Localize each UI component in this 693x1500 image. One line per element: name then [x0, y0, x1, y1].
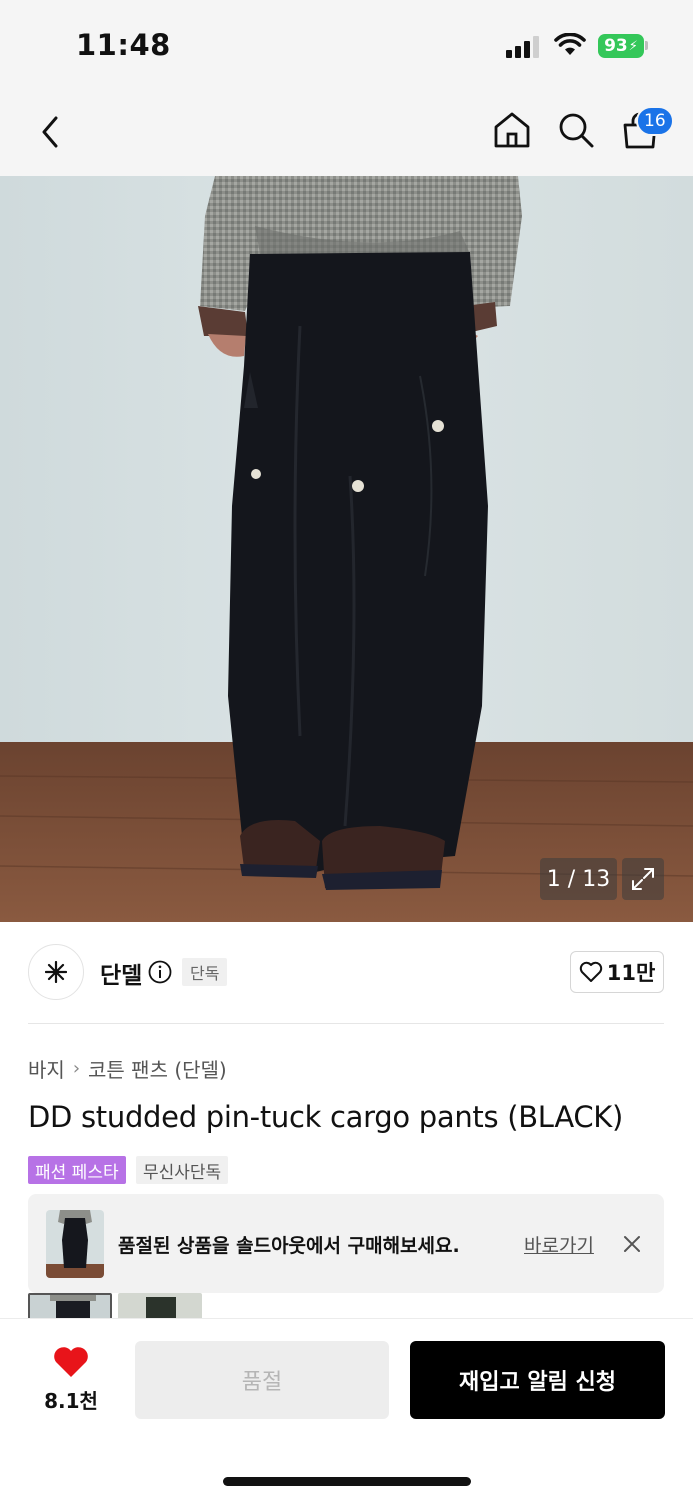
- back-arrow-icon[interactable]: [34, 112, 66, 152]
- battery-icon: 93 ⚡: [598, 34, 644, 58]
- info-icon[interactable]: [148, 960, 172, 984]
- search-icon[interactable]: [556, 110, 596, 150]
- cart-count-badge: 16: [636, 106, 674, 136]
- brand-like-count: 11만: [606, 961, 656, 985]
- brand-name[interactable]: 단델: [100, 956, 142, 990]
- divider: [28, 1023, 664, 1024]
- brand-asterisk-icon: [45, 961, 67, 983]
- breadcrumb-subcategory[interactable]: 코튼 팬츠 (단델): [88, 1054, 227, 1083]
- home-icon[interactable]: [492, 110, 532, 150]
- restock-alert-button[interactable]: 재입고 알림 신청: [410, 1341, 665, 1419]
- bottom-action-bar: 8.1천 품절 재입고 알림 신청: [0, 1318, 693, 1500]
- banner-go-link[interactable]: 바로가기: [524, 1231, 594, 1258]
- breadcrumb-category[interactable]: 바지: [28, 1054, 65, 1083]
- home-indicator: [223, 1477, 471, 1486]
- expand-arrows-icon: [632, 868, 654, 890]
- breadcrumb: 바지 › 코튼 팬츠 (단델): [28, 1054, 227, 1083]
- close-icon[interactable]: [622, 1234, 642, 1254]
- banner-thumbnail: [46, 1210, 104, 1278]
- product-image[interactable]: [0, 176, 693, 922]
- brand-like-button[interactable]: 11만: [570, 951, 664, 993]
- product-like-count: 8.1천: [44, 1389, 98, 1413]
- status-bar: 11:48 93 ⚡: [0, 0, 693, 90]
- expand-icon[interactable]: [622, 858, 664, 900]
- heart-outline-icon: [579, 961, 602, 982]
- fashion-festa-tag: 패션 페스타: [28, 1156, 126, 1184]
- brand-logo[interactable]: [28, 944, 84, 1000]
- color-thumbnail[interactable]: [28, 1293, 112, 1321]
- banner-message: 품절된 상품을 솔드아웃에서 구매해보세요.: [118, 1235, 460, 1257]
- product-like-button[interactable]: 8.1천: [28, 1345, 114, 1415]
- heart-filled-icon: [54, 1347, 88, 1377]
- color-thumbnail[interactable]: [118, 1293, 202, 1321]
- product-photo: [0, 176, 693, 922]
- soldout-button: 품절: [135, 1341, 389, 1419]
- chevron-right-icon: ›: [72, 1058, 81, 1079]
- product-title: DD studded pin-tuck cargo pants (BLACK): [28, 1100, 624, 1134]
- top-nav-bar: 16: [0, 90, 693, 176]
- battery-level: 93: [604, 36, 628, 56]
- cellular-signal-icon: [506, 36, 542, 58]
- exclusive-badge: 단독: [182, 958, 228, 986]
- status-time: 11:48: [76, 28, 171, 62]
- musinsa-exclusive-tag: 무신사단독: [136, 1156, 229, 1184]
- wifi-icon: [554, 33, 586, 55]
- image-counter: 1 / 13: [540, 858, 617, 900]
- soldout-banner: 품절된 상품을 솔드아웃에서 구매해보세요. 바로가기: [28, 1194, 664, 1293]
- battery-tip: [645, 41, 648, 50]
